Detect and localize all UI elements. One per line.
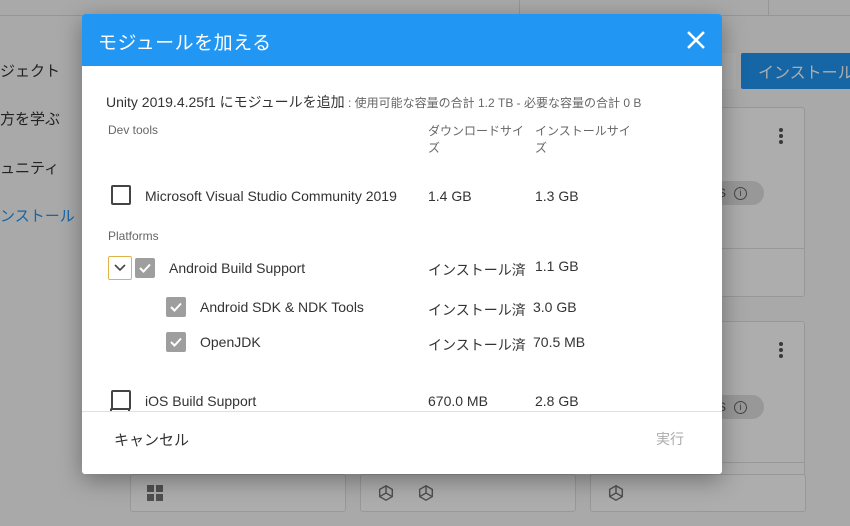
dialog-footer: キャンセル 実行: [82, 411, 722, 474]
module-row: Microsoft Visual Studio Community 2019 1…: [82, 185, 722, 211]
summary-line: Unity 2019.4.25f1 にモジュールを追加 : 使用可能な容量の合計…: [106, 92, 641, 112]
module-name: iOS Build Support: [145, 393, 257, 409]
column-header-install: インストールサイズ: [535, 124, 631, 155]
dialog-header: モジュールを加える: [82, 14, 722, 66]
checkmark-icon: [170, 337, 182, 347]
cancel-button[interactable]: キャンセル: [114, 429, 189, 450]
module-checkbox[interactable]: [166, 332, 186, 352]
module-checkbox[interactable]: [135, 258, 155, 278]
section-label-dev-tools: Dev tools: [108, 123, 159, 137]
module-download-size: インストール済: [428, 337, 526, 353]
run-button[interactable]: 実行: [656, 429, 684, 449]
module-install-size: 70.5 MB: [533, 334, 586, 350]
module-checkbox[interactable]: [166, 297, 186, 317]
checkmark-icon: [139, 263, 151, 273]
module-row: Android Build Support インストール済 1.1 GB: [82, 256, 722, 282]
add-modules-dialog: モジュールを加える Unity 2019.4.25f1 にモジュールを追加 : …: [82, 14, 722, 474]
dialog-body[interactable]: Unity 2019.4.25f1 にモジュールを追加 : 使用可能な容量の合計…: [82, 66, 722, 411]
module-download-size: 1.4 GB: [428, 188, 472, 204]
module-download-size: インストール済: [428, 262, 526, 278]
module-row: iOS Build Support 670.0 MB 2.8 GB: [82, 390, 722, 411]
module-install-size: 1.3 GB: [535, 188, 579, 204]
summary-main: Unity 2019.4.25f1 にモジュールを追加: [106, 94, 345, 110]
chevron-down-icon: [114, 264, 126, 272]
module-checkbox[interactable]: [111, 390, 131, 410]
module-row: Android SDK & NDK Tools インストール済 3.0 GB: [82, 297, 722, 323]
section-label-platforms: Platforms: [108, 229, 159, 243]
module-checkbox[interactable]: [111, 185, 131, 205]
module-install-size: 3.0 GB: [533, 299, 577, 315]
checkmark-icon: [170, 302, 182, 312]
close-button[interactable]: [686, 30, 706, 50]
module-row: OpenJDK インストール済 70.5 MB: [82, 332, 722, 358]
module-name: Android Build Support: [169, 260, 306, 276]
close-icon: [687, 31, 705, 49]
module-download-size: 670.0 MB: [428, 393, 488, 409]
module-install-size: 2.8 GB: [535, 393, 579, 409]
module-name: Android SDK & NDK Tools: [200, 299, 364, 315]
column-header-download: ダウンロードサイズ: [428, 124, 525, 155]
dialog-title: モジュールを加える: [98, 33, 272, 54]
module-install-size: 1.1 GB: [535, 258, 579, 274]
summary-space: : 使用可能な容量の合計 1.2 TB - 必要な容量の合計 0 B: [344, 96, 642, 110]
module-download-size: インストール済: [428, 302, 526, 318]
module-name: Microsoft Visual Studio Community 2019: [145, 188, 397, 204]
expand-button[interactable]: [108, 256, 132, 280]
module-name: OpenJDK: [200, 334, 261, 350]
